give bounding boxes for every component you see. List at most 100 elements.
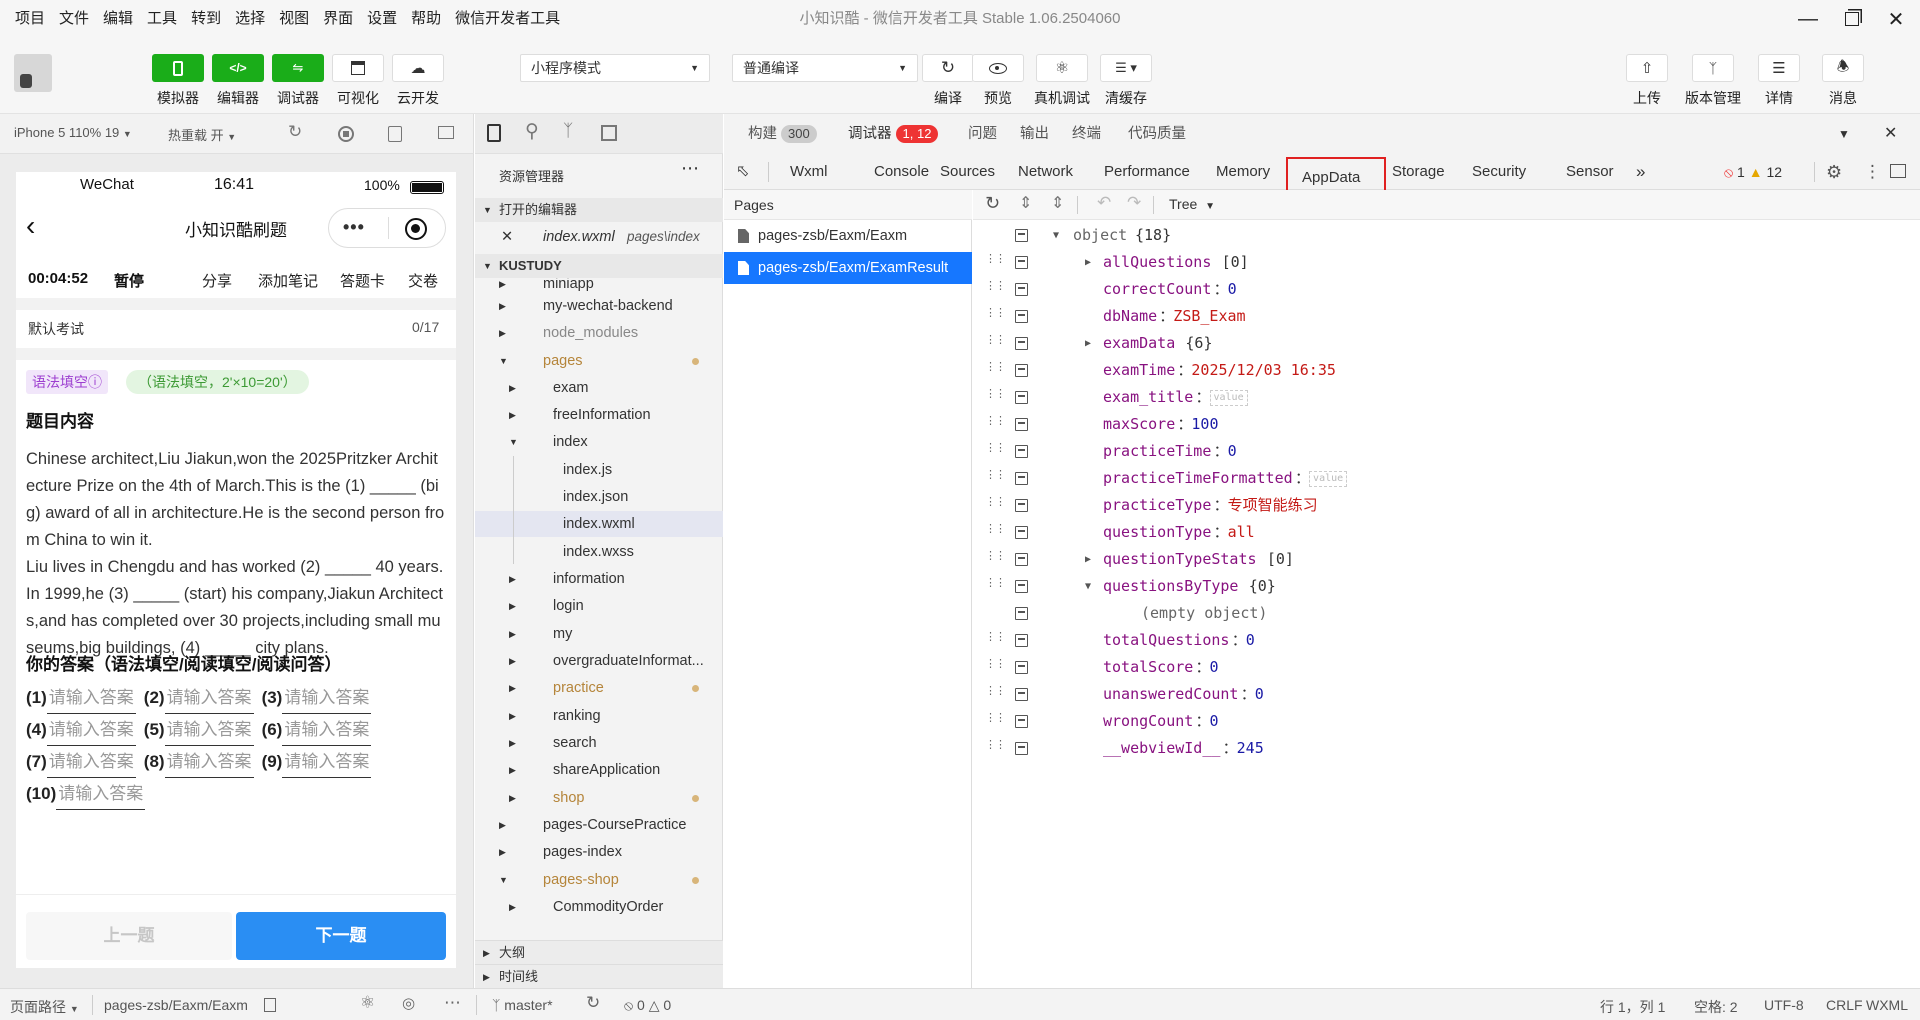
menu-item[interactable]: 界面 — [316, 0, 360, 38]
sync-icon[interactable]: ↻ — [586, 993, 600, 1013]
answer-input[interactable]: 请输入答案 — [56, 778, 146, 810]
checkbox-icon[interactable] — [1015, 283, 1028, 296]
tree-row-wrongcount[interactable]: ⋮⋮ wrongCount： 0 — [973, 708, 1913, 735]
close-icon[interactable]: ✕ — [501, 224, 513, 250]
tree-item-information[interactable]: ▶ information — [475, 566, 723, 592]
refresh-icon[interactable]: ↻ — [985, 193, 1000, 214]
chevron-down-icon[interactable]: ▼ — [1085, 573, 1091, 600]
drag-handle-icon[interactable]: ⋮⋮ — [985, 550, 1006, 566]
checkbox-icon[interactable] — [1015, 580, 1028, 593]
upload-button[interactable]: ⇧ — [1626, 54, 1668, 82]
drag-handle-icon[interactable]: ⋮⋮ — [985, 307, 1006, 323]
field-value[interactable]: 2025/12/03 16:35 — [1191, 357, 1336, 384]
clear-cache-button[interactable]: ☰ ▾ — [1100, 54, 1152, 82]
tree-row-exam-title[interactable]: ⋮⋮ exam_title： value — [973, 384, 1913, 411]
menu-item[interactable]: 编辑 — [96, 0, 140, 38]
checkbox-icon[interactable] — [1015, 715, 1028, 728]
field-value[interactable]: 100 — [1191, 411, 1218, 438]
search-icon[interactable]: ⚲ — [525, 120, 539, 143]
tree-row-practicetime[interactable]: ⋮⋮ practiceTime： 0 — [973, 438, 1913, 465]
remote-debug-button[interactable]: ⚛ — [1036, 54, 1088, 82]
menu-item[interactable]: 微信开发者工具 — [448, 0, 567, 38]
view-mode-select[interactable]: Tree ▼ — [1169, 196, 1215, 212]
tree-item-pages-index[interactable]: ▶ pages-index — [475, 839, 723, 865]
gear-icon[interactable]: ⚙ — [1826, 154, 1842, 190]
hot-reload-select[interactable]: 热重载 开 ▼ — [168, 125, 236, 144]
avatar[interactable] — [14, 54, 52, 92]
checkbox-icon[interactable] — [1015, 391, 1028, 404]
checkbox-icon[interactable] — [1015, 526, 1028, 539]
tab-wxml[interactable]: Wxml — [790, 154, 828, 190]
tab-storage[interactable]: Storage — [1392, 154, 1445, 190]
tree-item-exam[interactable]: ▶ exam — [475, 375, 723, 401]
tree-item-pages-coursepractice[interactable]: ▶ pages-CoursePractice — [475, 812, 723, 838]
close-miniprogram-icon[interactable] — [405, 218, 427, 240]
menu-item[interactable]: 选择 — [228, 0, 272, 38]
expand-all-icon[interactable]: ⇕ — [1051, 193, 1064, 213]
tree-item-shop[interactable]: ▶ shop — [475, 785, 723, 811]
checkbox-icon[interactable] — [1015, 364, 1028, 377]
tree-item-my-wechat-backend[interactable]: ▶ my-wechat-backend — [475, 293, 723, 319]
details-button[interactable]: ☰ — [1758, 54, 1800, 82]
tree-row-unansweredcount[interactable]: ⋮⋮ unansweredCount： 0 — [973, 681, 1913, 708]
field-value[interactable]: 0 — [1210, 708, 1219, 735]
tree-item-shareapplication[interactable]: ▶ shareApplication — [475, 757, 723, 783]
dock-icon[interactable] — [1890, 164, 1906, 178]
drag-handle-icon[interactable]: ⋮⋮ — [985, 442, 1006, 458]
phone-icon[interactable] — [388, 126, 402, 142]
page-item-selected[interactable]: pages-zsb/Eaxm/ExamResult — [724, 252, 972, 284]
menu-item[interactable]: 转到 — [184, 0, 228, 38]
preview-button[interactable] — [972, 54, 1024, 82]
close-icon[interactable]: ✕ — [1884, 114, 1897, 154]
drag-handle-icon[interactable]: ⋮⋮ — [985, 685, 1006, 701]
answer-input[interactable]: 请输入答案 — [282, 746, 372, 778]
messages-button[interactable]: 🕭 — [1822, 54, 1864, 82]
checkbox-icon[interactable] — [1015, 229, 1028, 242]
tree-row-allquestions[interactable]: ⋮⋮ ▶ allQuestions [0] — [973, 249, 1913, 276]
minimize-button[interactable]: — — [1786, 0, 1830, 38]
close-window-button[interactable]: ✕ — [1874, 0, 1918, 38]
answer-input[interactable]: 请输入答案 — [46, 714, 136, 746]
tree-row-totalquestions[interactable]: ⋮⋮ totalQuestions： 0 — [973, 627, 1913, 654]
tab-build[interactable]: 构建 300 — [748, 114, 817, 154]
field-value[interactable]: ZSB_Exam — [1173, 303, 1245, 330]
tab-security[interactable]: Security — [1472, 154, 1526, 190]
drag-handle-icon[interactable]: ⋮⋮ — [985, 280, 1006, 296]
problems-indicator[interactable]: ⦸ 0 △ 0 — [624, 997, 671, 1014]
tree-row-maxscore[interactable]: ⋮⋮ maxScore： 100 — [973, 411, 1913, 438]
window-icon[interactable] — [438, 126, 454, 139]
checkbox-icon[interactable] — [1015, 472, 1028, 485]
refresh-icon[interactable]: ↻ — [288, 122, 302, 142]
line-ending[interactable]: CRLF — [1826, 997, 1863, 1013]
drag-handle-icon[interactable]: ⋮⋮ — [985, 253, 1006, 269]
drag-handle-icon[interactable]: ⋮⋮ — [985, 712, 1006, 728]
copy-icon[interactable] — [264, 998, 276, 1012]
timeline-header[interactable]: ▶ 时间线 — [475, 964, 723, 988]
tree-row-questionsbytype[interactable]: ⋮⋮ ▼ questionsByType {0} — [973, 573, 1913, 600]
tab-memory[interactable]: Memory — [1216, 154, 1270, 190]
tree-item-ranking[interactable]: ▶ ranking — [475, 703, 723, 729]
drag-handle-icon[interactable]: ⋮⋮ — [985, 361, 1006, 377]
tree-row-dbname[interactable]: ⋮⋮ dbName： ZSB_Exam — [973, 303, 1913, 330]
back-icon[interactable]: ‹ — [26, 210, 35, 242]
checkbox-icon[interactable] — [1015, 742, 1028, 755]
checkbox-icon[interactable] — [1015, 418, 1028, 431]
tree-row-correctcount[interactable]: ⋮⋮ correctCount： 0 — [973, 276, 1913, 303]
checkbox-icon[interactable] — [1015, 607, 1028, 620]
menu-item[interactable]: 文件 — [52, 0, 96, 38]
answer-input[interactable]: 请输入答案 — [46, 682, 136, 714]
version-button[interactable]: ᛉ — [1692, 54, 1734, 82]
files-icon[interactable] — [487, 124, 501, 142]
eye-icon[interactable]: ◎ — [402, 994, 415, 1012]
open-editors-header[interactable]: ▼ 打开的编辑器 — [475, 198, 723, 222]
tree-row-totalscore[interactable]: ⋮⋮ totalScore： 0 — [973, 654, 1913, 681]
field-value[interactable]: 专项智能练习 — [1228, 492, 1318, 519]
tab-sources[interactable]: Sources — [940, 154, 995, 190]
compile-button[interactable]: ↻ — [922, 54, 974, 82]
checkbox-icon[interactable] — [1015, 256, 1028, 269]
next-question-button[interactable]: 下一题 — [236, 912, 446, 960]
submit-exam-button[interactable]: 交卷 — [408, 270, 438, 291]
tree-item-commodityorder[interactable]: ▶ CommodityOrder — [475, 894, 723, 920]
redo-icon[interactable]: ↷ — [1127, 193, 1141, 213]
tab-console[interactable]: Console — [874, 154, 929, 190]
